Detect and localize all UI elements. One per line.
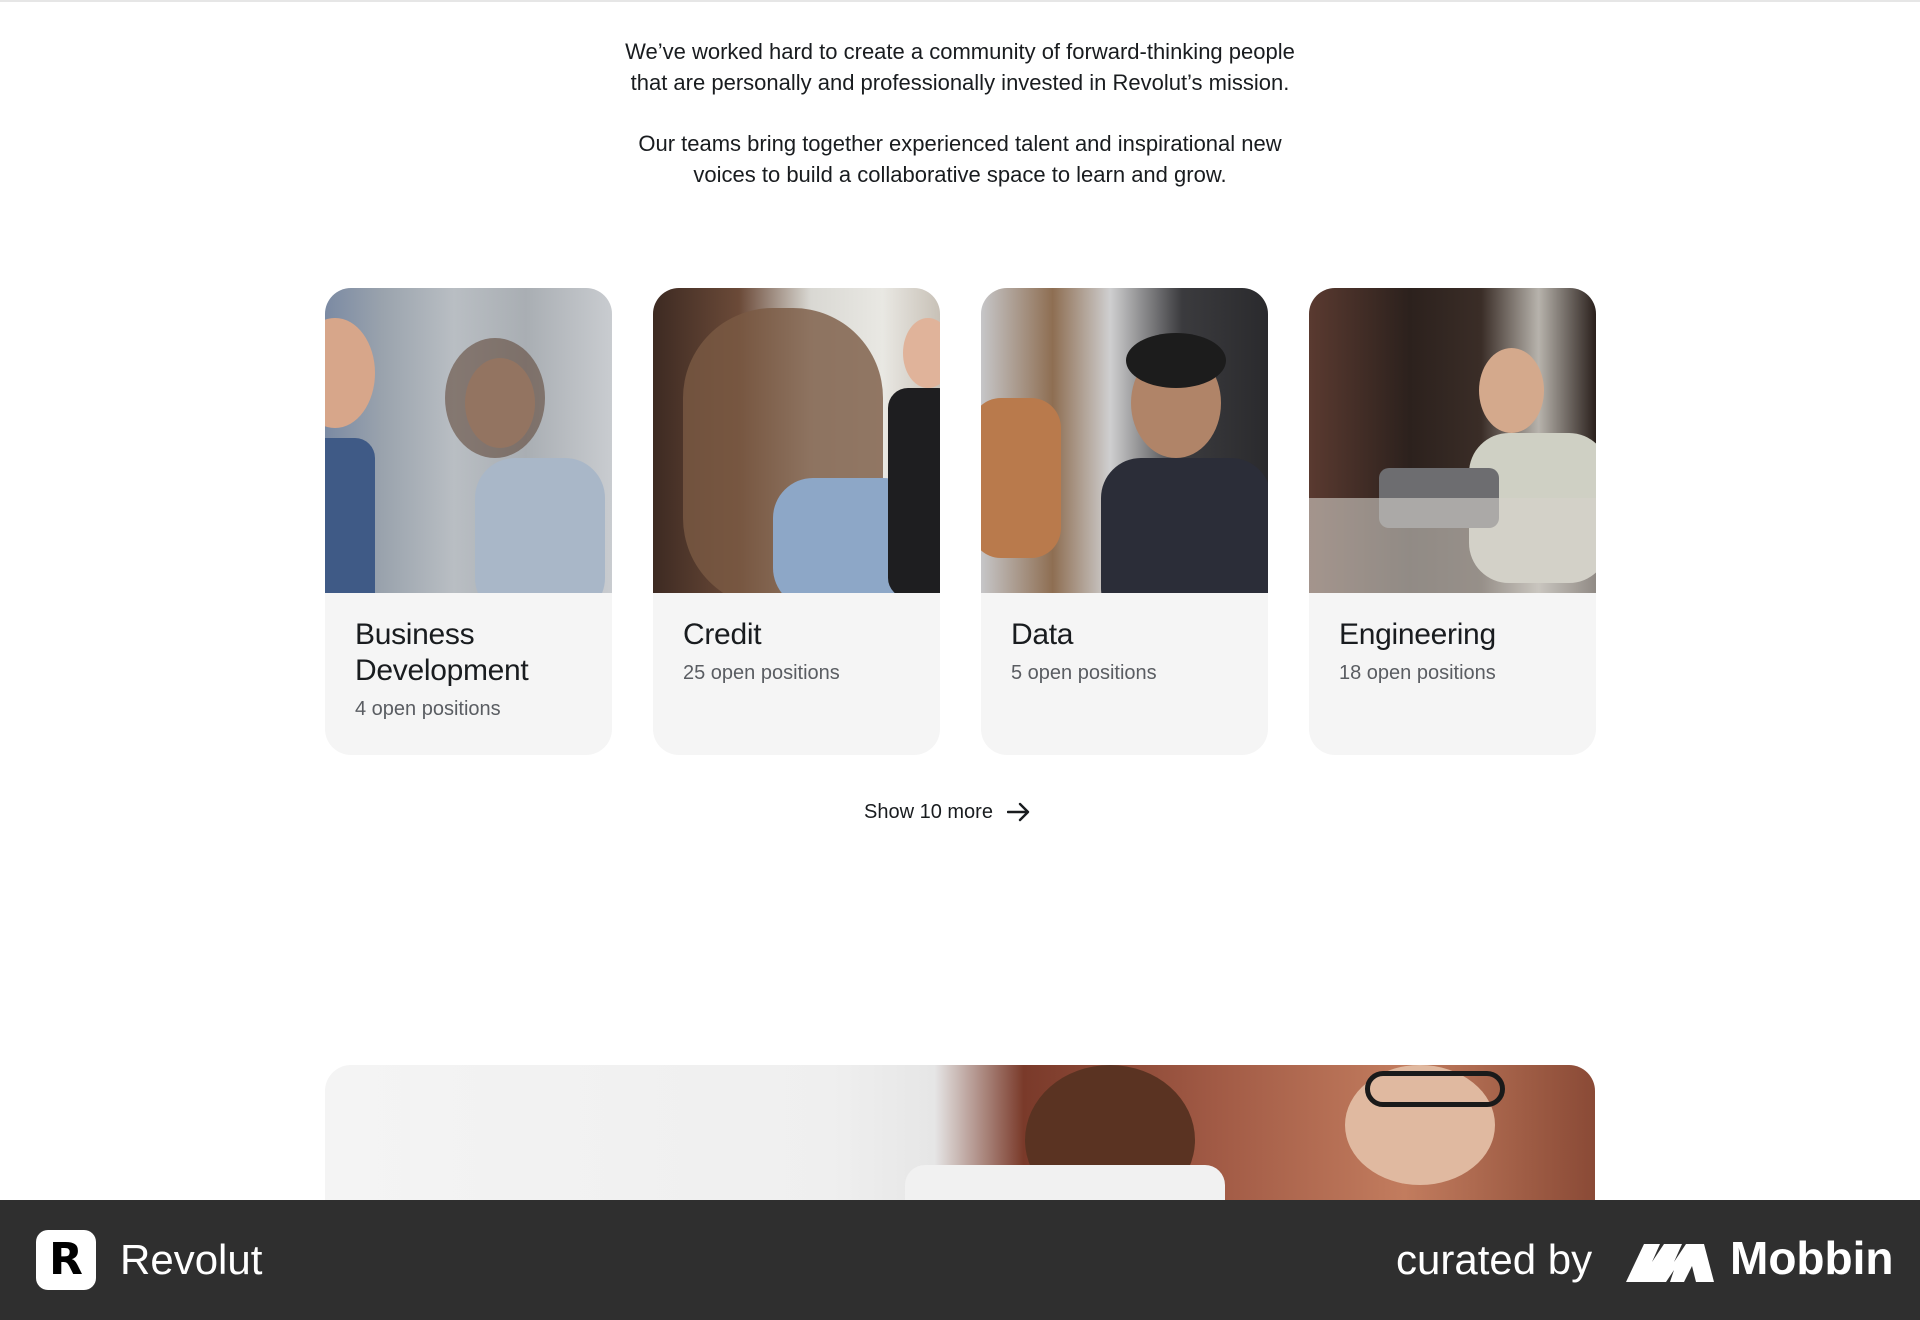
team-card-data[interactable]: Data 5 open positions: [981, 288, 1268, 755]
mobbin-logo-icon: [1626, 1244, 1714, 1282]
team-card-credit[interactable]: Credit 25 open positions: [653, 288, 940, 755]
top-divider: [0, 0, 1920, 2]
team-title: Business Development: [355, 618, 529, 687]
team-title: Data: [1011, 618, 1074, 651]
mobbin-wordmark: Mobbin: [1730, 1232, 1894, 1284]
team-title: Engineering: [1339, 618, 1496, 651]
intro-paragraph-2: Our teams bring together experienced tal…: [638, 131, 1282, 187]
open-positions-count: 25 open positions: [683, 662, 840, 684]
curated-by-label: curated by: [1396, 1236, 1593, 1283]
team-photo: [653, 288, 940, 593]
open-positions-count: 18 open positions: [1339, 662, 1496, 684]
team-cards: Business Development 4 open positions Cr…: [325, 288, 1596, 755]
intro-text: We’ve worked hard to create a community …: [0, 36, 1920, 190]
team-photo: [981, 288, 1268, 593]
show-more-label: Show 10 more: [864, 800, 993, 823]
team-card-business-development[interactable]: Business Development 4 open positions: [325, 288, 612, 755]
team-photo: [325, 288, 612, 593]
team-title: Credit: [683, 618, 762, 651]
revolut-logo-icon: R: [36, 1230, 96, 1290]
open-positions-count: 4 open positions: [355, 698, 501, 720]
intro-paragraph-1: We’ve worked hard to create a community …: [625, 39, 1295, 95]
team-card-engineering[interactable]: Engineering 18 open positions: [1309, 288, 1596, 755]
brand-name: Revolut: [120, 1236, 263, 1283]
show-more-button[interactable]: Show 10 more: [864, 799, 1031, 825]
footer-bar: R Revolut curated by Mobbin: [0, 1200, 1920, 1320]
arrow-right-icon: [1006, 802, 1030, 822]
team-photo: [1309, 288, 1596, 593]
open-positions-count: 5 open positions: [1011, 662, 1157, 684]
